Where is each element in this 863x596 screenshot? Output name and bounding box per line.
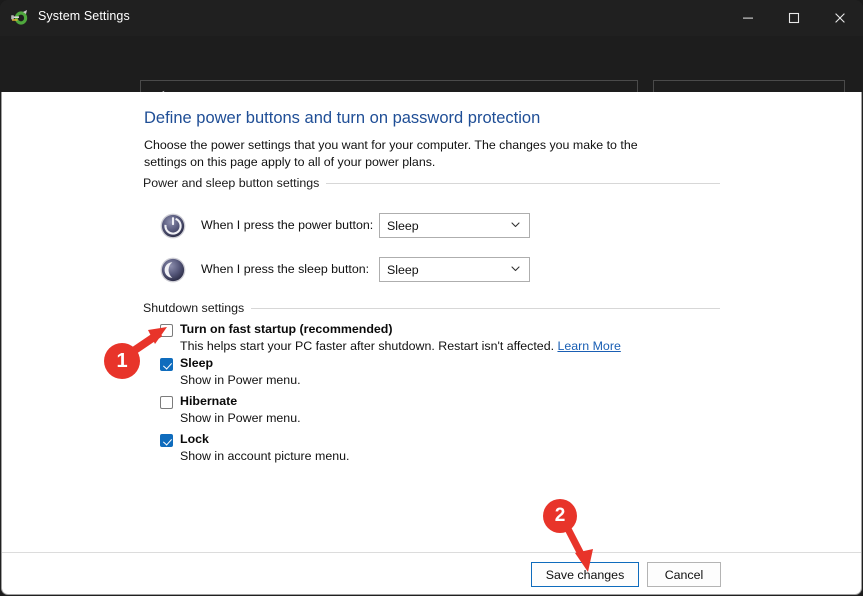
sleep-label: Sleep [180, 356, 214, 370]
cancel-button[interactable]: Cancel [647, 562, 721, 587]
save-changes-button[interactable]: Save changes [531, 562, 639, 587]
annotation-badge-2: 2 [543, 499, 577, 533]
minimize-icon [743, 17, 753, 19]
hibernate-label: Hibernate [180, 394, 238, 408]
navigation-toolbar: « Hardware and Sound › Power Options › S… [0, 36, 863, 116]
power-button-label: When I press the power button: [201, 218, 374, 232]
page-description: Choose the power settings that you want … [144, 138, 638, 169]
chevron-down-icon [510, 219, 521, 233]
power-button-action-select[interactable]: Sleep [379, 213, 530, 238]
fast-startup-description-text: This helps start your PC faster after sh… [180, 339, 558, 353]
minimize-button[interactable] [725, 0, 771, 36]
lock-description: Show in account picture menu. [180, 449, 350, 463]
learn-more-link[interactable]: Learn More [557, 339, 620, 353]
power-button-icon [159, 212, 187, 240]
system-settings-window: System Settings Search Control Panel Def… [0, 0, 863, 596]
sleep-description: Show in Power menu. [180, 373, 301, 387]
sleep-button-label: When I press the sleep button: [201, 262, 370, 276]
sleep-button-action-select[interactable]: Sleep [379, 257, 530, 282]
window-title: System Settings [38, 9, 130, 23]
maximize-button[interactable] [771, 0, 817, 36]
section-title-shutdown-settings: Shutdown settings [143, 301, 252, 315]
chevron-down-icon [510, 263, 521, 277]
annotation-badge-1: 1 [104, 343, 140, 379]
hibernate-checkbox[interactable] [160, 396, 173, 409]
lock-label: Lock [180, 432, 209, 446]
hibernate-description: Show in Power menu. [180, 411, 301, 425]
sleep-checkbox[interactable] [160, 358, 173, 371]
lock-checkbox[interactable] [160, 434, 173, 447]
close-button[interactable] [817, 0, 863, 36]
power-button-action-value: Sleep [387, 218, 419, 233]
maximize-icon [788, 12, 800, 24]
fast-startup-checkbox[interactable] [160, 324, 173, 337]
sleep-button-action-value: Sleep [387, 262, 419, 277]
close-icon [835, 13, 845, 23]
title-bar: System Settings [0, 0, 863, 36]
footer-divider [2, 552, 861, 553]
content-pane: Define power buttons and turn on passwor… [1, 92, 862, 595]
sleep-moon-icon [159, 256, 187, 284]
fast-startup-description: This helps start your PC faster after sh… [180, 339, 621, 353]
page-title: Define power buttons and turn on passwor… [144, 109, 541, 127]
section-title-power-and-sleep: Power and sleep button settings [143, 176, 327, 190]
fast-startup-label: Turn on fast startup (recommended) [180, 322, 393, 336]
control-panel-icon [10, 8, 30, 28]
